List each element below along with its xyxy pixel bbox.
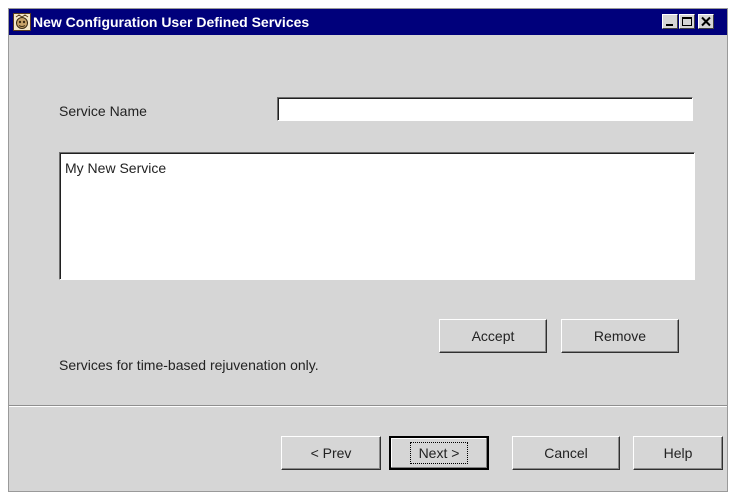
app-config-icon: [13, 13, 31, 31]
accept-button[interactable]: Accept: [439, 319, 547, 353]
maximize-icon: [682, 17, 692, 26]
cancel-button[interactable]: Cancel: [512, 436, 620, 470]
minimize-button[interactable]: [662, 14, 678, 29]
services-note: Services for time-based rejuvenation onl…: [59, 357, 319, 373]
service-name-label: Service Name: [59, 103, 147, 119]
footer-separator: [9, 405, 727, 407]
remove-button[interactable]: Remove: [561, 319, 679, 353]
services-list[interactable]: My New Service: [59, 152, 695, 280]
maximize-button[interactable]: [679, 14, 695, 29]
help-label: Help: [663, 445, 693, 461]
accept-label: Accept: [471, 328, 515, 344]
close-button[interactable]: [698, 14, 714, 29]
list-item[interactable]: My New Service: [65, 160, 166, 176]
service-name-input[interactable]: [278, 98, 692, 120]
prev-label: < Prev: [310, 445, 352, 461]
title-bar[interactable]: New Configuration User Defined Services: [9, 9, 727, 35]
window-title: New Configuration User Defined Services: [33, 14, 310, 30]
dialog-window: New Configuration User Defined Services …: [8, 8, 728, 492]
help-button[interactable]: Help: [633, 436, 723, 470]
prev-button[interactable]: < Prev: [281, 436, 381, 470]
cancel-label: Cancel: [544, 445, 588, 461]
minimize-icon: [666, 24, 673, 26]
service-name-field[interactable]: [277, 97, 693, 121]
next-label: Next >: [409, 442, 469, 464]
close-icon: [701, 16, 711, 27]
remove-label: Remove: [593, 328, 647, 344]
next-button[interactable]: Next >: [389, 436, 489, 470]
